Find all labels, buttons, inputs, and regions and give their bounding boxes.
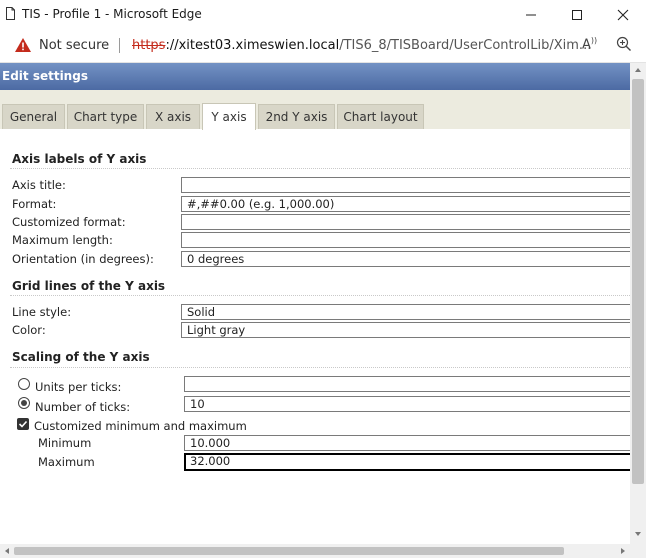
close-icon [617, 9, 629, 21]
tab-general[interactable]: General [2, 104, 65, 129]
url-scheme: https [132, 38, 166, 53]
url-path: /TIS6_8/TISBoard/UserControlLib/Xim... [339, 38, 592, 53]
horizontal-scroll-thumb[interactable] [14, 547, 564, 555]
maximum-label: Maximum [38, 455, 95, 469]
minimum-label: Minimum [38, 436, 92, 450]
axis-title-label: Axis title: [12, 178, 66, 192]
read-aloud-button[interactable]: A)) [582, 36, 597, 52]
line-style-label: Line style: [12, 305, 72, 319]
scroll-up-icon[interactable] [634, 66, 642, 74]
maximize-icon [572, 10, 582, 20]
section-divider [10, 168, 630, 169]
dialog-header [0, 63, 630, 90]
security-status[interactable]: Not secure [39, 38, 109, 53]
read-aloud-icon: A [582, 37, 591, 53]
custom-format-label: Customized format: [12, 215, 126, 229]
number-of-ticks-radio[interactable] [18, 397, 30, 409]
custom-minmax-checkbox[interactable] [17, 418, 29, 430]
units-per-ticks-input[interactable] [184, 376, 641, 392]
tab-chart-layout[interactable]: Chart layout [337, 104, 424, 129]
minimum-input[interactable]: 10.000 [184, 435, 641, 451]
page-icon [6, 7, 15, 20]
dialog-title: Edit settings [2, 69, 88, 83]
line-style-select[interactable]: Solid [181, 304, 641, 320]
section-axis-labels: Axis labels of Y axis [12, 152, 147, 166]
units-per-ticks-radio[interactable] [18, 378, 30, 390]
checkmark-icon [18, 420, 28, 428]
orientation-label: Orientation (in degrees): [12, 252, 154, 266]
axis-title-input[interactable] [181, 177, 641, 193]
color-select[interactable]: Light gray [181, 322, 641, 338]
scroll-down-icon[interactable] [634, 530, 642, 538]
custom-format-input[interactable] [181, 214, 641, 230]
minimize-icon [526, 14, 536, 16]
section-divider [10, 367, 630, 368]
maximize-button[interactable] [554, 0, 600, 30]
max-length-input[interactable] [181, 232, 641, 248]
window-title: TIS - Profile 1 - Microsoft Edge [22, 7, 202, 21]
warning-icon[interactable] [14, 37, 32, 53]
tab-2nd-y-axis[interactable]: 2nd Y axis [258, 104, 335, 129]
units-per-ticks-label: Units per ticks: [35, 380, 122, 394]
number-of-ticks-label: Number of ticks: [35, 400, 131, 414]
section-scaling: Scaling of the Y axis [12, 350, 150, 364]
format-select[interactable]: #,##0.00 (e.g. 1,000.00) [181, 196, 641, 212]
scroll-right-icon[interactable] [619, 547, 627, 555]
close-button[interactable] [600, 0, 646, 30]
color-label: Color: [12, 323, 46, 337]
url-field[interactable]: https://xitest03.ximeswien.local/TIS6_8/… [132, 38, 591, 53]
minimize-button[interactable] [508, 0, 554, 30]
scroll-left-icon[interactable] [3, 547, 11, 555]
tab-y-axis[interactable]: Y axis [202, 103, 256, 130]
address-separator [119, 38, 120, 53]
section-divider [10, 295, 630, 296]
tab-x-axis[interactable]: X axis [146, 104, 200, 129]
number-of-ticks-input[interactable]: 10 [184, 396, 641, 412]
url-host: ://xitest03.ximeswien.local [165, 38, 340, 53]
section-grid-lines: Grid lines of the Y axis [12, 279, 166, 293]
zoom-icon[interactable] [616, 36, 632, 52]
orientation-select[interactable]: 0 degrees [181, 251, 641, 267]
vertical-scroll-thumb[interactable] [632, 79, 644, 484]
maximum-input[interactable]: 32.000 [184, 453, 641, 471]
tab-chart-type[interactable]: Chart type [67, 104, 144, 129]
max-length-label: Maximum length: [12, 233, 113, 247]
format-label: Format: [12, 197, 57, 211]
custom-minmax-label: Customized minimum and maximum [34, 419, 247, 433]
